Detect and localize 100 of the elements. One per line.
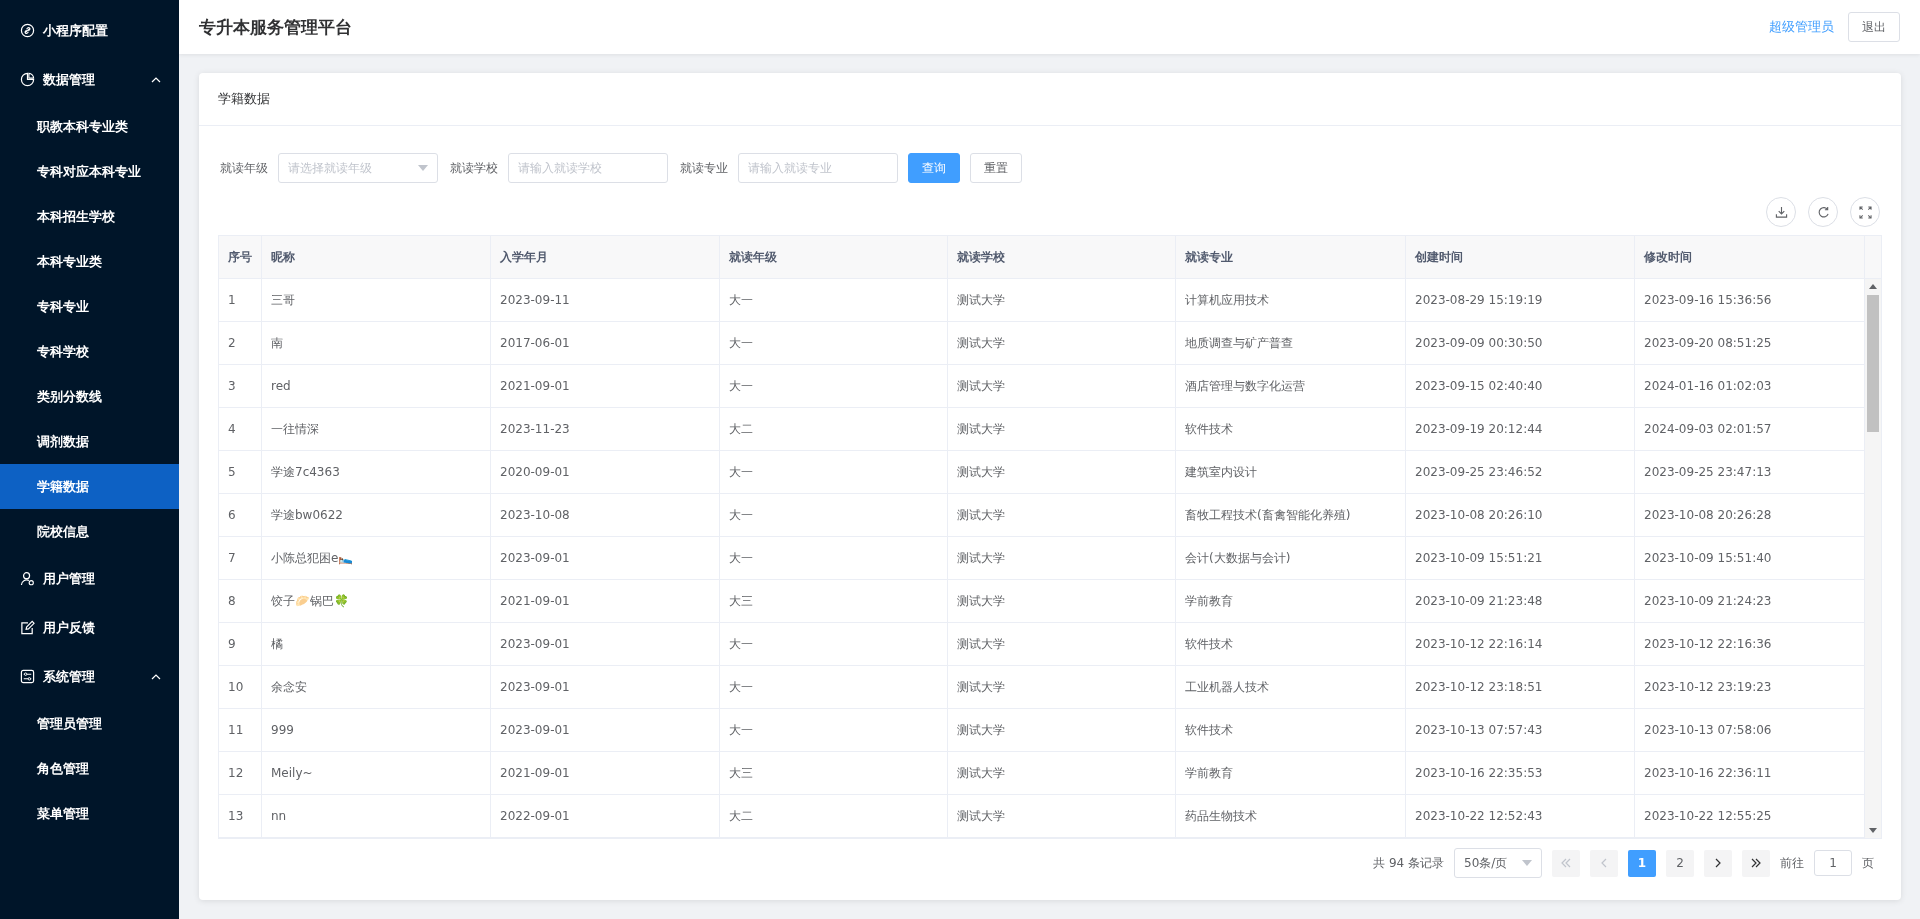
previous-page-button[interactable]	[1590, 849, 1618, 877]
table-cell: 饺子🥟锅巴🍀	[262, 580, 491, 623]
table-cell: 大一	[720, 365, 948, 408]
table-cell: 2023-10-08 20:26:10	[1406, 494, 1635, 537]
table-cell: 2023-10-09 15:51:21	[1406, 537, 1635, 580]
table-cell: 2022-09-01	[491, 795, 720, 838]
table-cell: 测试大学	[948, 537, 1176, 580]
menu-group-label: 系统管理	[43, 667, 96, 686]
app-title: 专升本服务管理平台	[199, 15, 353, 39]
menu-group[interactable]: 小程序配置	[0, 6, 179, 55]
menu-group[interactable]: 用户反馈	[0, 603, 179, 652]
menu-item[interactable]: 专科对应本科专业	[0, 149, 179, 194]
scroll-down-icon	[1869, 828, 1877, 833]
first-page-button[interactable]	[1552, 849, 1580, 877]
table-cell: 4	[219, 408, 262, 451]
table-cell: 2023-10-12 22:16:14	[1406, 623, 1635, 666]
table-cell: 三哥	[262, 279, 491, 322]
table-cell: 2023-11-23	[491, 408, 720, 451]
table-cell: 7	[219, 537, 262, 580]
table-cell: 软件技术	[1176, 623, 1406, 666]
download-button[interactable]	[1766, 197, 1796, 227]
filter-label: 就读年级	[220, 159, 268, 177]
table-cell: 大一	[720, 451, 948, 494]
table-cell: 南	[262, 322, 491, 365]
menu-item[interactable]: 专科学校	[0, 329, 179, 374]
table-cell: 2	[219, 322, 262, 365]
table-cell: 畜牧工程技术(畜禽智能化养殖)	[1176, 494, 1406, 537]
table-cell: 2023-10-16 22:35:53	[1406, 752, 1635, 795]
menu-group[interactable]: 数据管理	[0, 55, 179, 104]
menu-item[interactable]: 角色管理	[0, 746, 179, 791]
table-cell: 余念安	[262, 666, 491, 709]
menu-item[interactable]: 院校信息	[0, 509, 179, 554]
logout-button[interactable]: 退出	[1848, 12, 1900, 42]
menu-item[interactable]: 调剂数据	[0, 419, 179, 464]
table-cell: 2023-09-25 23:46:52	[1406, 451, 1635, 494]
total-count: 共 94 条记录	[1373, 854, 1444, 872]
next-page-button[interactable]	[1704, 849, 1732, 877]
table-cell: nn	[262, 795, 491, 838]
table-cell: 3	[219, 365, 262, 408]
column-header: 就读年级	[720, 236, 948, 279]
scrollbar-thumb[interactable]	[1867, 295, 1879, 432]
reset-button[interactable]: 重置	[970, 153, 1022, 183]
menu-item[interactable]: 学籍数据	[0, 464, 179, 509]
last-page-button[interactable]	[1742, 849, 1770, 877]
table-cell: 大二	[720, 795, 948, 838]
refresh-icon	[1816, 205, 1830, 219]
input-field[interactable]: 请输入就读专业	[738, 153, 898, 183]
edit-icon	[20, 620, 35, 635]
table-cell: 2023-10-22 12:52:43	[1406, 795, 1635, 838]
page-size-select[interactable]: 50条/页	[1454, 848, 1542, 878]
table-cell: 11	[219, 709, 262, 752]
pie-chart-icon	[20, 72, 35, 87]
table-cell: 计算机应用技术	[1176, 279, 1406, 322]
menu-item[interactable]: 管理员管理	[0, 701, 179, 746]
table-cell: 2023-09-11	[491, 279, 720, 322]
table-cell: 13	[219, 795, 262, 838]
menu-item[interactable]: 本科招生学校	[0, 194, 179, 239]
table-cell: 大一	[720, 709, 948, 752]
page-button[interactable]: 2	[1666, 849, 1694, 877]
settings-icon	[20, 669, 35, 684]
dropdown-icon	[418, 165, 428, 171]
table-cell: 测试大学	[948, 752, 1176, 795]
menu-item[interactable]: 本科专业类	[0, 239, 179, 284]
menu-item[interactable]: 专科专业	[0, 284, 179, 329]
dropdown-icon	[1522, 860, 1532, 866]
table-cell: 药品生物技术	[1176, 795, 1406, 838]
menu-item[interactable]: 类别分数线	[0, 374, 179, 419]
table-cell: 测试大学	[948, 451, 1176, 494]
input-field[interactable]: 请输入就读学校	[508, 153, 668, 183]
page-suffix: 页	[1862, 854, 1874, 872]
table-cell: 学途7c4363	[262, 451, 491, 494]
menu-group[interactable]: 用户管理	[0, 554, 179, 603]
table-cell: Meily~	[262, 752, 491, 795]
filter-label: 就读专业	[680, 159, 728, 177]
table-cell: 测试大学	[948, 408, 1176, 451]
scrollbar[interactable]	[1865, 279, 1881, 838]
table-cell: 酒店管理与数字化运营	[1176, 365, 1406, 408]
table-cell: 学前教育	[1176, 752, 1406, 795]
table-cell: 橘	[262, 623, 491, 666]
menu-group-label: 用户反馈	[43, 618, 96, 637]
page-input[interactable]: 1	[1814, 850, 1852, 876]
user-icon	[20, 571, 35, 586]
refresh-button[interactable]	[1808, 197, 1838, 227]
menu-group[interactable]: 系统管理	[0, 652, 179, 701]
column-header: 入学年月	[491, 236, 720, 279]
table-cell: 2023-10-13 07:57:43	[1406, 709, 1635, 752]
table-cell: 2023-09-01	[491, 537, 720, 580]
table-cell: 大一	[720, 537, 948, 580]
menu-item[interactable]: 菜单管理	[0, 791, 179, 836]
fullscreen-button[interactable]	[1850, 197, 1880, 227]
table-cell: 1	[219, 279, 262, 322]
download-icon	[1774, 205, 1788, 219]
column-header: 就读专业	[1176, 236, 1406, 279]
table-cell: 大一	[720, 623, 948, 666]
table-cell: 2020-09-01	[491, 451, 720, 494]
column-header: 序号	[219, 236, 262, 279]
table-cell: 2023-09-01	[491, 623, 720, 666]
menu-item[interactable]: 职教本科专业类	[0, 104, 179, 149]
table-cell: 2023-10-12 23:18:51	[1406, 666, 1635, 709]
column-header: 昵称	[262, 236, 491, 279]
